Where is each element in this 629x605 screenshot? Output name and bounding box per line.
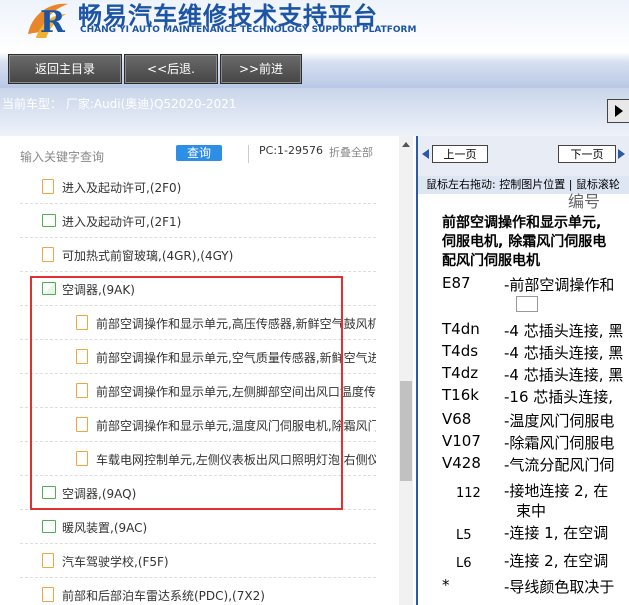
- tree-item-label: 暖风装置,(9AC): [62, 521, 148, 535]
- legend-description: -导线颜色取决于: [504, 578, 615, 596]
- vehicle-bar: 当前车型： 厂家:Audi(奥迪)Q52020-2021: [0, 88, 629, 136]
- tree-item[interactable]: 前部空调操作和显示单元,左侧脚部空间出风口温度传: [20, 374, 376, 408]
- next-page-button[interactable]: 下一页: [558, 145, 616, 163]
- document-icon: [76, 417, 88, 432]
- home-button[interactable]: 返回主目录: [8, 54, 122, 84]
- tree-item[interactable]: 可加热式前窗玻璃,(4GR),(4GY): [20, 238, 376, 272]
- tree-item-label: 前部空调操作和显示单元,温度风门伺服电机,除霜风门: [96, 419, 376, 433]
- tree-item-label: 前部空调操作和显示单元,高压传感器,新鲜空气鼓风机: [96, 317, 376, 331]
- tree-item-label: 前部空调操作和显示单元,左侧脚部空间出风口温度传: [96, 385, 376, 399]
- legend-description: 束中: [516, 502, 547, 520]
- diagram-viewer: 上一页 下一页 鼠标左右拖动: 控制图片位置 | 鼠标滚轮 编号 前部空调操作和…: [416, 136, 629, 605]
- play-arrow-icon: [615, 105, 623, 117]
- legend-code: V107: [442, 432, 481, 450]
- document-icon: [76, 315, 88, 330]
- folder-open-icon: [42, 282, 56, 295]
- search-button[interactable]: 查询: [176, 145, 222, 161]
- legend-description: -接地连接 2, 在: [504, 482, 609, 500]
- divider: [248, 145, 249, 163]
- tree-item-label: 车载电网控制单元,左侧仪表板出风口照明灯泡,右侧仪: [96, 453, 376, 467]
- legend-description: -连接 2, 在空调: [504, 552, 609, 570]
- folder-icon: [42, 214, 56, 227]
- legend-code: T4dn: [442, 320, 480, 338]
- prev-arrow-icon[interactable]: [422, 149, 429, 159]
- legend-code: *: [442, 576, 450, 594]
- tree-item[interactable]: 前部空调操作和显示单元,空气质量传感器,新鲜空气进: [20, 340, 376, 374]
- tree-item[interactable]: 汽车驾驶学校,(F5F): [20, 544, 376, 578]
- tree-item[interactable]: 车载电网控制单元,左侧仪表板出风口照明灯泡,右侧仪: [20, 442, 376, 476]
- diagram-title-line: 伺服电机, 除霜风门伺服电: [442, 234, 607, 250]
- legend-code: V68: [442, 410, 472, 428]
- pager-bar: 上一页 下一页: [418, 136, 629, 176]
- document-icon: [42, 553, 54, 568]
- tree-scrollbar[interactable]: [399, 136, 413, 605]
- document-icon: [42, 247, 54, 262]
- tree-item[interactable]: 空调器,(9AQ): [20, 476, 376, 510]
- next-arrow-icon[interactable]: [618, 149, 625, 159]
- tree-item-label: 可加热式前窗玻璃,(4GR),(4GY): [62, 249, 234, 263]
- tree-item-label: 前部和后部泊车雷达系统(PDC),(7X2): [62, 589, 265, 603]
- legend-code: E87: [442, 274, 471, 292]
- current-vehicle-label: 当前车型： 厂家:Audi(奥迪)Q52020-2021: [2, 97, 237, 111]
- scroll-up-arrow-icon[interactable]: [402, 142, 410, 147]
- prev-page-button[interactable]: 上一页: [432, 145, 488, 163]
- tree-item[interactable]: 前部和后部泊车雷达系统(PDC),(7X2): [20, 578, 376, 605]
- tree-item[interactable]: 进入及起动许可,(2F1): [20, 204, 376, 238]
- expand-arrow-button[interactable]: [607, 99, 629, 123]
- tree-item-label: 汽车驾驶学校,(F5F): [62, 555, 169, 569]
- legend-code: 112: [456, 486, 481, 501]
- legend-code: T4dz: [442, 364, 479, 382]
- tree-item-label: 前部空调操作和显示单元,空气质量传感器,新鲜空气进: [96, 351, 376, 365]
- connector-symbol: [516, 296, 538, 312]
- legend-description: -前部空调操作和: [504, 276, 615, 294]
- legend-code: T4ds: [442, 342, 479, 360]
- legend-description: -16 芯插头连接,: [504, 388, 614, 406]
- document-icon: [76, 451, 88, 466]
- folder-icon: [42, 520, 56, 533]
- legend-description: -4 芯插头连接, 黑: [504, 344, 624, 362]
- scroll-thumb[interactable]: [400, 381, 412, 481]
- brand-subtitle: CHANG YI AUTO MAINTENANCE TECHNOLOGY SUP…: [80, 25, 417, 35]
- legend-description: -4 芯插头连接, 黑: [504, 322, 624, 340]
- tree-item[interactable]: 前部空调操作和显示单元,温度风门伺服电机,除霜风门: [20, 408, 376, 442]
- tree-item[interactable]: 暖风装置,(9AC): [20, 510, 376, 544]
- legend-description: -温度风门伺服电: [504, 412, 615, 430]
- tree-item-label: 进入及起动许可,(2F1): [62, 215, 182, 229]
- catalog-tree-panel: 输入关键字查询 查询 PC:1-29576 折叠全部 进入及起动许可,(2F0)…: [0, 136, 400, 605]
- tree-item-label: 进入及起动许可,(2F0): [62, 181, 182, 195]
- diagram-title-line: 配风门伺服电机: [442, 253, 540, 269]
- tree-item[interactable]: 前部空调操作和显示单元,高压传感器,新鲜空气鼓风机: [20, 306, 376, 340]
- legend-code: V428: [442, 454, 481, 472]
- diagram-heading: 编号: [568, 192, 601, 211]
- tree-item[interactable]: 进入及起动许可,(2F0): [20, 170, 376, 204]
- back-button[interactable]: <<后退.: [124, 54, 218, 84]
- legend-description: -连接 1, 在空调: [504, 524, 609, 542]
- forward-button[interactable]: >>前进: [220, 54, 302, 84]
- collapse-all-link[interactable]: 折叠全部: [329, 144, 373, 160]
- document-icon: [42, 587, 54, 602]
- document-icon: [42, 179, 54, 194]
- legend-description: -气流分配风门伺: [504, 456, 615, 474]
- legend-code: T16k: [442, 386, 479, 404]
- legend-description: -4 芯插头连接, 黑: [504, 366, 624, 384]
- diagram-title-line: 前部空调操作和显示单元,: [442, 215, 602, 231]
- document-icon: [76, 349, 88, 364]
- search-input[interactable]: 输入关键字查询: [20, 148, 104, 165]
- tree-item-label: 空调器,(9AQ): [62, 487, 137, 501]
- nav-toolbar: 返回主目录 <<后退. >>前进: [0, 52, 629, 88]
- svg-text:R: R: [40, 5, 66, 40]
- legend-code: L6: [456, 556, 472, 571]
- legend-code: L5: [456, 528, 472, 543]
- logo-icon: R: [28, 3, 68, 40]
- legend-description: -除霜风门伺服电: [504, 434, 615, 452]
- document-icon: [76, 383, 88, 398]
- tree-item[interactable]: 空调器,(9AK): [20, 272, 376, 306]
- pc-range-label: PC:1-29576: [259, 144, 323, 157]
- folder-icon: [42, 486, 56, 499]
- tree-item-label: 空调器,(9AK): [62, 283, 135, 297]
- app-header: R 畅易汽车维修技术支持平台 CHANG YI AUTO MAINTENANCE…: [0, 0, 629, 52]
